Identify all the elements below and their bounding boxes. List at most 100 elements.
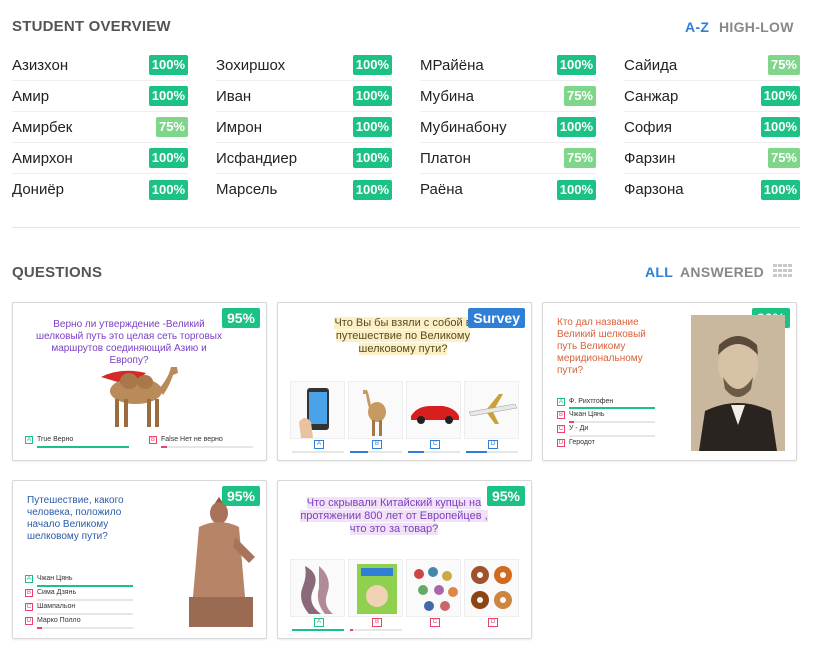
camel-image <box>101 367 178 427</box>
student-column-4: Сайида 75% Санжар 100% София 100% Фарзин 75%… <box>624 50 800 205</box>
student-row[interactable]: Сайида 75% <box>624 50 800 81</box>
student-column-3: МРайёна 100% Мубина 75% Мубинабону 100% Пла… <box>420 50 596 205</box>
student-name: Зохиршох <box>216 56 286 74</box>
student-name: Азизхон <box>12 56 69 74</box>
question-text: Кто дал название Великий шелковый путь В… <box>557 317 646 376</box>
question-card[interactable]: Что Вы бы взяли с собой в путешествие по… <box>277 302 532 461</box>
student-row[interactable]: Имрон 100% <box>216 112 392 143</box>
student-row[interactable]: Раёна 100% <box>420 174 596 205</box>
portrait-image <box>691 315 785 451</box>
student-row[interactable]: София 100% <box>624 112 800 143</box>
questions-title: QUESTIONS <box>12 264 103 281</box>
student-name: Иван <box>216 87 252 105</box>
score-badge: 100% <box>148 86 188 106</box>
student-row[interactable]: Азизхон 100% <box>12 50 188 81</box>
student-row[interactable]: Амир 100% <box>12 81 188 112</box>
score-badge: 100% <box>352 55 392 75</box>
student-column-2: Зохиршох 100% Иван 100% Имрон 100% Исфандие… <box>216 50 392 205</box>
student-row[interactable]: Амирхон 100% <box>12 143 188 174</box>
score-badge: 95% <box>221 308 260 328</box>
answer-bar <box>161 446 253 448</box>
student-row[interactable]: Марсель 100% <box>216 174 392 205</box>
score-badge: 75% <box>563 148 596 168</box>
option-d: D Марко Полло <box>25 616 81 625</box>
student-name: Исфандиер <box>216 149 298 167</box>
answer-bar <box>350 629 402 631</box>
car-image <box>406 381 461 439</box>
student-row[interactable]: Мубина 75% <box>420 81 596 112</box>
student-name: Фарзин <box>624 149 676 167</box>
question-text: Путешествие, какого человека, положило н… <box>27 495 124 542</box>
filter-answered-button[interactable]: ANSWERED <box>680 264 764 280</box>
student-row[interactable]: Мубинабону 100% <box>420 112 596 143</box>
student-row[interactable]: Амирбек 75% <box>12 112 188 143</box>
grid-view-icon[interactable] <box>773 264 793 278</box>
student-name: Платон <box>420 149 471 167</box>
sort-highlow-button[interactable]: HIGH-LOW <box>719 19 794 35</box>
score-badge: 75% <box>155 117 188 137</box>
score-badge: 100% <box>352 86 392 106</box>
option-b: B False Нет не верно <box>149 435 223 444</box>
option-b: B Сима Дзянь <box>25 588 77 597</box>
student-name: София <box>624 118 673 136</box>
student-row[interactable]: МРайёна 100% <box>420 50 596 81</box>
answer-bar <box>37 446 129 448</box>
option-c: C Шампальон <box>25 602 76 611</box>
student-name: Имрон <box>216 118 263 136</box>
student-row[interactable]: Зохиршох 100% <box>216 50 392 81</box>
student-row[interactable]: Исфандиер 100% <box>216 143 392 174</box>
student-name: МРайёна <box>420 56 484 74</box>
student-row[interactable]: Санжар 100% <box>624 81 800 112</box>
option-b: B Чжан Цянь <box>557 410 605 419</box>
student-name: Амирбек <box>12 118 73 136</box>
student-name: Мубина <box>420 87 474 105</box>
survey-badge: Survey <box>468 308 525 328</box>
answer-bar <box>408 451 460 453</box>
score-badge: 100% <box>556 179 596 200</box>
score-badge: 95% <box>486 486 525 506</box>
question-card[interactable]: Кто дал название Великий шелковый путь В… <box>542 302 797 461</box>
answer-bar <box>292 629 344 631</box>
question-card[interactable]: Верно ли утверждение -Великий шелковый п… <box>12 302 267 461</box>
option-c: CУ - Ди <box>557 424 589 433</box>
student-name: Марсель <box>216 181 278 198</box>
student-name: Санжар <box>624 87 679 105</box>
score-badge: 100% <box>352 117 392 137</box>
question-text: Что скрывали Китайский купцы на протяжен… <box>300 497 488 535</box>
student-name: Мубинабону <box>420 118 507 136</box>
score-badge: 100% <box>760 86 800 106</box>
airplane-image <box>464 381 519 439</box>
score-badge: 100% <box>148 179 188 200</box>
question-card[interactable]: Что скрывали Китайский купцы на протяжен… <box>277 480 532 639</box>
camel-image <box>348 381 403 439</box>
score-badge: 100% <box>760 117 800 137</box>
answer-bar <box>37 627 133 629</box>
question-card[interactable]: Путешествие, какого человека, положило н… <box>12 480 267 639</box>
score-badge: 100% <box>556 117 596 137</box>
score-badge: 75% <box>563 86 596 106</box>
score-badge: 100% <box>148 148 188 168</box>
student-overview-title: STUDENT OVERVIEW <box>12 18 171 35</box>
option-a: A Чжан Цянь <box>25 574 73 583</box>
student-name: Амир <box>12 87 50 105</box>
student-row[interactable]: Фарзин 75% <box>624 143 800 174</box>
student-row[interactable]: Платон 75% <box>420 143 596 174</box>
student-name: Дониёр <box>12 181 65 198</box>
student-row[interactable]: Дониёр 100% <box>12 174 188 205</box>
statue-image <box>189 497 255 627</box>
beads-image <box>406 559 461 617</box>
student-name: Фарзона <box>624 181 684 198</box>
option-d: D Геродот <box>557 438 595 447</box>
student-row[interactable]: Иван 100% <box>216 81 392 112</box>
score-badge: 100% <box>148 55 188 75</box>
student-row[interactable]: Фарзона 100% <box>624 174 800 205</box>
answer-bar <box>466 451 518 453</box>
score-badge: 75% <box>767 55 800 75</box>
filter-all-button[interactable]: ALL <box>645 264 673 280</box>
diapers-image <box>348 559 403 617</box>
sort-az-button[interactable]: A-Z <box>685 19 709 35</box>
donuts-image <box>464 559 519 617</box>
student-name: Сайида <box>624 56 678 74</box>
score-badge: 100% <box>352 148 392 168</box>
score-badge: 75% <box>767 148 800 168</box>
